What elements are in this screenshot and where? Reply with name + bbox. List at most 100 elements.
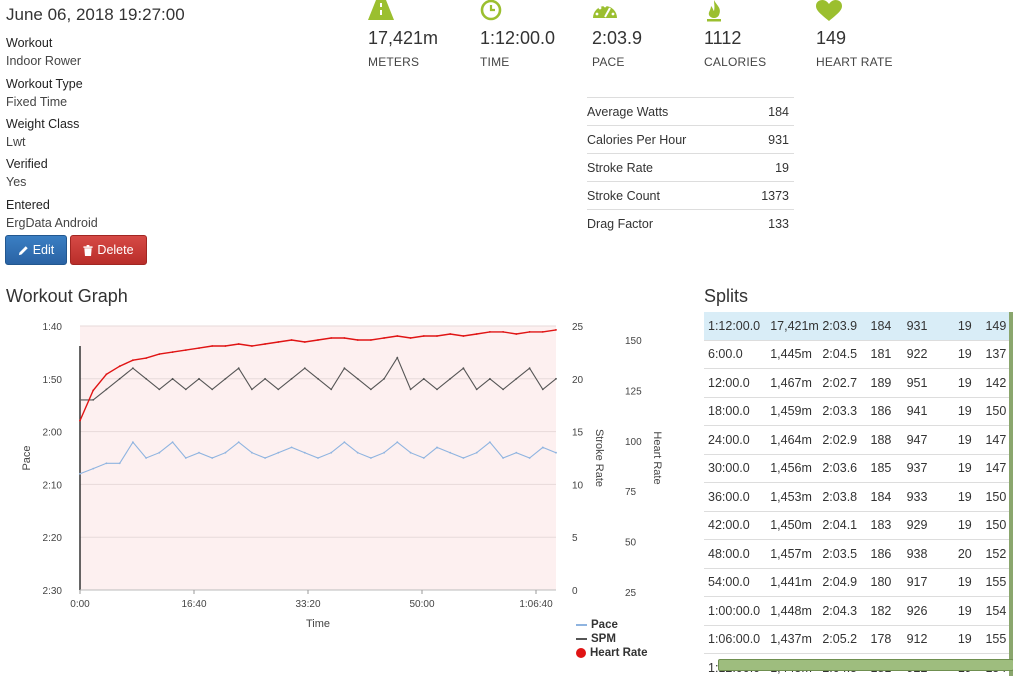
split-cell: 2:02.7 bbox=[822, 368, 871, 398]
data-point bbox=[317, 457, 319, 459]
split-cell: 54:00.0 bbox=[704, 568, 771, 597]
hr-tick-label: 125 bbox=[625, 386, 642, 397]
split-cell: 1,453m bbox=[770, 482, 823, 512]
hr-tick-label: 150 bbox=[625, 336, 642, 347]
split-cell: 36:00.0 bbox=[704, 482, 771, 512]
detail-value: Yes bbox=[6, 175, 27, 189]
data-point bbox=[184, 349, 187, 351]
split-cell: 1,437m bbox=[770, 625, 823, 654]
data-point bbox=[475, 388, 478, 391]
data-point bbox=[356, 339, 359, 341]
data-point bbox=[475, 451, 478, 454]
split-cell: 19 bbox=[950, 340, 979, 369]
data-point bbox=[79, 472, 81, 475]
legend-pace-label: Pace bbox=[591, 619, 618, 631]
split-cell: 183 bbox=[870, 511, 907, 540]
split-cell: 19 bbox=[950, 482, 979, 512]
split-cell: 152 bbox=[978, 539, 1013, 569]
data-point bbox=[436, 388, 438, 391]
split-row: 54:00.0 1,441m 2:04.9 180 917 19 155 bbox=[704, 568, 1013, 597]
split-cell: 184 bbox=[870, 482, 907, 512]
split-cell: 2:04.3 bbox=[822, 596, 871, 626]
data-point bbox=[264, 377, 266, 380]
pace-axis-label: Pace bbox=[21, 445, 33, 470]
splits-horizontal-scrollbar[interactable] bbox=[718, 659, 1013, 671]
edit-button[interactable]: Edit bbox=[5, 235, 67, 265]
split-cell: 931 bbox=[906, 312, 951, 341]
splits-table: 1:12:00.0 17,421m 2:03.9 184 931 19 149 6:00.0 1… bbox=[704, 312, 1013, 676]
detail-label: Verified bbox=[6, 157, 48, 171]
workout-graph[interactable]: 1:40 25 150 1:50 20 125 2:00 15 100 2:10 10 75 2:20 5… bbox=[0, 312, 690, 672]
split-cell: 2:03.5 bbox=[822, 539, 871, 569]
split-cell: 922 bbox=[906, 340, 951, 369]
data-point bbox=[396, 335, 399, 337]
split-cell: 19 bbox=[950, 368, 979, 398]
split-cell: 154 bbox=[978, 596, 1013, 626]
summary-row: Stroke Rate 19 bbox=[587, 153, 794, 182]
data-point bbox=[555, 377, 557, 380]
data-point bbox=[330, 388, 333, 391]
data-point bbox=[198, 451, 200, 454]
stat-unit: TIME bbox=[480, 55, 510, 69]
data-point bbox=[79, 399, 81, 401]
stat-value: 17,421m bbox=[368, 28, 439, 48]
summary-label: Stroke Rate bbox=[587, 153, 743, 182]
data-point bbox=[211, 457, 214, 459]
detail-value: ErgData Android bbox=[6, 216, 98, 230]
pace-tick-label: 2:30 bbox=[43, 586, 63, 597]
data-point bbox=[171, 351, 174, 353]
pace-tick-label: 1:40 bbox=[43, 322, 63, 333]
stat-unit: PACE bbox=[592, 55, 625, 69]
legend-spm-swatch bbox=[576, 637, 587, 640]
data-point bbox=[171, 441, 174, 444]
data-point bbox=[132, 367, 134, 370]
spm-tick-label: 10 bbox=[572, 480, 584, 491]
split-cell: 178 bbox=[870, 625, 907, 654]
split-cell: 30:00.0 bbox=[704, 454, 771, 483]
splits-vertical-scrollbar[interactable] bbox=[1009, 312, 1013, 676]
data-point bbox=[251, 345, 253, 347]
pace-tick-label: 2:00 bbox=[43, 428, 63, 439]
data-point bbox=[356, 377, 359, 380]
delete-button[interactable]: Delete bbox=[70, 235, 147, 265]
split-cell: 2:03.6 bbox=[822, 454, 871, 483]
spm-tick-label: 0 bbox=[572, 586, 578, 597]
data-point bbox=[184, 388, 187, 391]
summary-value: 1373 bbox=[742, 181, 794, 210]
splits-panel[interactable]: 1:12:00.0 17,421m 2:03.9 184 931 19 149 6:00.0 1… bbox=[704, 312, 1013, 676]
data-point bbox=[436, 446, 438, 449]
pencil-icon bbox=[18, 245, 28, 255]
stat-value: 1:12:00.0 bbox=[480, 28, 556, 48]
legend-spm[interactable]: SPM bbox=[576, 633, 616, 645]
split-cell: 2:04.1 bbox=[822, 511, 871, 540]
data-point bbox=[224, 451, 227, 454]
summary-value: 133 bbox=[742, 209, 794, 237]
split-cell: 2:04.9 bbox=[822, 568, 871, 597]
legend-heart-rate[interactable]: Heart Rate bbox=[576, 647, 648, 659]
stat-unit: CALORIES bbox=[704, 55, 767, 69]
x-tick-label: 1:06:40 bbox=[519, 599, 553, 610]
stat-unit: METERS bbox=[368, 55, 420, 69]
data-point bbox=[224, 377, 227, 380]
data-point bbox=[132, 359, 134, 362]
stat-pace: 2:03.9 PACE bbox=[592, 0, 692, 69]
data-point bbox=[515, 451, 518, 454]
split-cell: 180 bbox=[870, 568, 907, 597]
detail-label: Weight Class bbox=[6, 117, 80, 131]
split-cell: 150 bbox=[978, 511, 1013, 540]
data-point bbox=[409, 451, 412, 454]
split-cell: 2:02.9 bbox=[822, 425, 871, 455]
summary-table: Average Watts 184 Calories Per Hour 931 … bbox=[587, 97, 794, 237]
stat-calories: 1112 CALORIES bbox=[704, 0, 804, 69]
data-point bbox=[449, 333, 452, 335]
split-cell: 938 bbox=[906, 539, 951, 569]
legend-pace[interactable]: Pace bbox=[576, 619, 618, 631]
data-point bbox=[343, 367, 346, 370]
data-point bbox=[528, 367, 531, 370]
split-cell: 1,467m bbox=[770, 368, 823, 398]
split-cell: 186 bbox=[870, 539, 907, 569]
split-cell: 917 bbox=[906, 568, 951, 597]
split-cell: 42:00.0 bbox=[704, 511, 771, 540]
data-point bbox=[224, 345, 227, 347]
data-point bbox=[541, 388, 544, 391]
